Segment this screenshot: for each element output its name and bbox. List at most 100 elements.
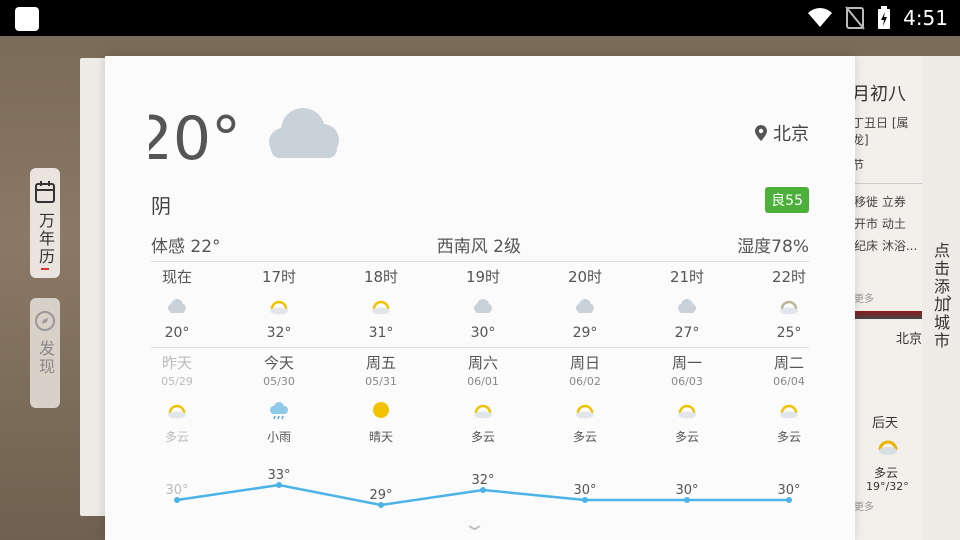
location-pin-icon xyxy=(755,125,767,141)
calendar-icon xyxy=(35,181,55,203)
hour-label: 17时 xyxy=(261,268,297,286)
daily-item[interactable]: 周五 05/31 晴天 xyxy=(351,352,411,445)
day-name: 周五 xyxy=(365,354,396,372)
day-condition: 多云 xyxy=(674,430,699,444)
day-name: 今天 xyxy=(263,354,294,372)
hourly-item: 22时 25° xyxy=(759,266,819,341)
active-indicator xyxy=(41,268,49,270)
hour-label: 22时 xyxy=(771,268,807,286)
lunar-date: 月初八 xyxy=(852,84,906,105)
day-condition: 多云 xyxy=(164,430,189,444)
partly-cloudy-icon xyxy=(878,440,898,455)
hour-temp: 29° xyxy=(572,325,598,341)
more-link[interactable]: 更多 xyxy=(854,290,922,305)
almanac-line: 纪床 沐浴... xyxy=(854,239,918,253)
current-condition: 阴 xyxy=(151,194,171,218)
clock: 4:51 xyxy=(903,6,948,30)
city-selector[interactable]: 北京 xyxy=(755,120,809,146)
cloud-icon xyxy=(147,293,207,319)
compass-icon xyxy=(35,311,55,331)
hourly-item: 17时 32° xyxy=(249,266,309,341)
solar-term: 节 xyxy=(852,158,865,172)
almanac-line: 移徙 立券 xyxy=(854,195,906,209)
day-after-condition: 多云 xyxy=(874,466,899,480)
add-city-tab[interactable]: 点击添加城市 › xyxy=(922,56,960,540)
hour-temp: 31° xyxy=(368,325,394,341)
temperature-trend-chart: 30° 33° 29° 32° 30° 30° 30° xyxy=(165,468,801,508)
hour-label: 现在 xyxy=(161,268,192,286)
daily-item[interactable]: 周二 06/04 多云 xyxy=(759,352,819,445)
hourly-item: 19时 30° xyxy=(453,266,513,341)
feels-like: 体感 22° xyxy=(151,237,221,257)
discover-tab-label: 发现 xyxy=(36,340,55,376)
section-divider xyxy=(846,311,922,319)
hour-temp: 32° xyxy=(266,325,292,341)
daily-item[interactable]: 周六 06/01 多云 xyxy=(453,352,513,445)
hour-label: 19时 xyxy=(465,268,501,286)
trend-label: 30° xyxy=(777,483,800,498)
trend-label: 32° xyxy=(471,473,494,488)
day-after-temp: 19°/32° xyxy=(866,480,909,493)
cloud-icon xyxy=(555,293,615,319)
partly-cloudy-icon xyxy=(555,396,615,424)
calendar-tab[interactable]: 万年历 xyxy=(30,168,60,278)
hourly-item: 20时 29° xyxy=(555,266,615,341)
more-link[interactable]: 更多 xyxy=(854,498,874,513)
discover-tab[interactable]: 发现 xyxy=(30,298,60,408)
daily-forecast[interactable]: 昨天 05/29 多云 今天 05/30 小雨 周五 05/31 晴天 周六 06/01 多云 周日 06… xyxy=(151,352,811,452)
notification-app-icon xyxy=(15,7,39,31)
wind: 西南风 2级 xyxy=(436,237,521,257)
battery-charging-icon xyxy=(878,6,891,29)
trend-label: 30° xyxy=(165,483,188,498)
day-condition: 多云 xyxy=(572,430,597,444)
day-date: 06/04 xyxy=(773,375,805,388)
day-name: 周一 xyxy=(671,354,702,372)
day-date: 06/02 xyxy=(569,375,601,388)
city-name: 北京 xyxy=(773,124,809,145)
day-condition: 多云 xyxy=(470,430,495,444)
ganzhi-day: 丁丑日 [属龙] xyxy=(852,116,909,147)
hourly-forecast[interactable]: 现在 20° 17时 32° 18时 31° 19时 30° 20时 29° 21时 27° 22时 25… xyxy=(151,266,811,346)
trend-label: 30° xyxy=(675,483,698,498)
cloud-icon xyxy=(453,293,513,319)
hourly-item: 现在 20° xyxy=(147,266,207,341)
day-date: 06/01 xyxy=(467,375,499,388)
partly-cloudy-icon xyxy=(351,293,411,319)
hourly-item: 18时 31° xyxy=(351,266,411,341)
hour-label: 18时 xyxy=(363,268,399,286)
cloud-icon xyxy=(657,293,717,319)
partly-cloudy-night-icon xyxy=(759,293,819,319)
partly-cloudy-icon xyxy=(657,396,717,424)
expand-chevron-icon[interactable]: ⌄ xyxy=(462,514,486,535)
day-date: 05/31 xyxy=(365,375,397,388)
light-rain-icon xyxy=(249,396,309,424)
hour-temp: 30° xyxy=(470,325,496,341)
humidity: 湿度78% xyxy=(737,237,809,257)
daily-item[interactable]: 昨天 05/29 多云 xyxy=(147,352,207,445)
day-name: 周日 xyxy=(569,354,600,372)
divider xyxy=(151,261,809,262)
wifi-icon xyxy=(808,8,833,27)
day-date: 06/03 xyxy=(671,375,703,388)
daily-item[interactable]: 今天 05/30 小雨 xyxy=(249,352,309,445)
day-name: 昨天 xyxy=(161,354,192,372)
almanac-line: 开市 动土 xyxy=(854,217,906,231)
cloud-icon xyxy=(269,108,339,158)
partly-cloudy-icon xyxy=(147,396,207,424)
partly-cloudy-icon xyxy=(759,396,819,424)
hour-temp: 25° xyxy=(776,325,802,341)
divider xyxy=(151,347,809,348)
weather-card: 20° 北京 阴 良55 体感 22° 西南风 2级 湿度78% 现在 20° 17… xyxy=(105,56,855,540)
hour-temp: 20° xyxy=(164,325,190,341)
day-name: 周六 xyxy=(467,354,498,372)
city-label: 北京 xyxy=(896,332,922,347)
aqi-badge[interactable]: 良55 xyxy=(765,187,809,213)
daily-item[interactable]: 周一 06/03 多云 xyxy=(657,352,717,445)
partly-cloudy-icon xyxy=(249,293,309,319)
daily-item[interactable]: 周日 06/02 多云 xyxy=(555,352,615,445)
current-temperature: 20° xyxy=(149,104,241,174)
status-bar: 4:51 xyxy=(0,0,960,36)
chevron-right-icon: › xyxy=(946,288,953,307)
day-date: 05/30 xyxy=(263,375,295,388)
trend-label: 29° xyxy=(369,488,392,503)
